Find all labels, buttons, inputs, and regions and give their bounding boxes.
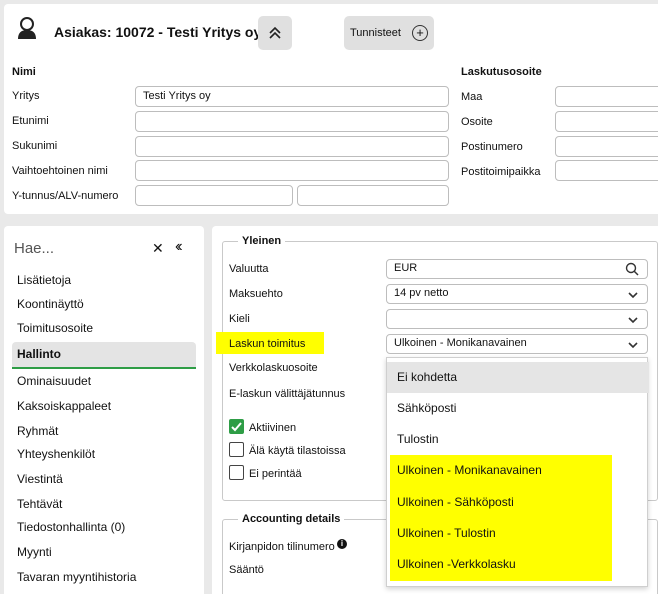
sidebar-item-koontinaytto[interactable]: Koontinäyttö [17,297,84,311]
altname-input[interactable] [135,160,449,181]
postal-input[interactable] [555,136,658,157]
double-chevron-left-icon[interactable]: ‹‹ [175,238,182,256]
account-number-label: Kirjanpidon tilinumero [229,541,335,553]
nostats-label: Älä käytä tilastoissa [249,445,346,457]
sidebar-item-lisatietoja[interactable]: Lisätietoja [17,273,71,287]
collapse-button[interactable] [258,16,292,50]
vat-input-2[interactable] [297,185,449,206]
payment-label: Maksuehto [229,288,283,300]
dropdown-option[interactable]: Sähköposti [387,393,649,424]
checkmark-icon [231,422,242,432]
tags-label: Tunnisteet [350,27,401,39]
nocollect-checkbox[interactable] [229,465,244,480]
city-input[interactable] [555,160,658,181]
dropdown-option[interactable]: Ulkoinen - Tulostin [387,518,649,549]
company-input[interactable]: Testi Yritys oy [135,86,449,107]
chevron-down-icon [628,292,638,299]
person-icon [18,17,36,39]
country-input[interactable] [555,86,658,107]
rule-label: Sääntö [229,564,264,576]
sidebar-item-ryhmat[interactable]: Ryhmät [17,424,58,438]
name-section-title: Nimi [12,66,36,78]
search-icon[interactable] [625,262,639,276]
einvoice-operator-label: E-laskun välittäjätunnus [229,388,346,400]
sidebar-item-yhteyshenkilot[interactable]: Yhteyshenkilöt [17,447,95,461]
sidebar-item-viestinta[interactable]: Viestintä [17,472,63,486]
country-label: Maa [461,91,483,103]
delivery-label: Laskun toimitus [229,338,306,350]
sidebar-search-input[interactable]: Hae... [14,240,54,257]
sidebar-item-toimitusosoite[interactable]: Toimitusosoite [17,321,93,335]
dropdown-option[interactable]: Ei kohdetta [387,362,649,393]
firstname-label: Etunimi [12,115,49,127]
add-circle-icon: + [412,25,428,41]
sidebar-item-tehtavat[interactable]: Tehtävät [17,497,62,511]
firstname-input[interactable] [135,111,449,132]
dropdown-option[interactable]: Ulkoinen - Monikanavainen [387,455,649,486]
customer-title: Asiakas: 10072 - Testi Yritys oy [54,24,262,40]
altname-label: Vaihtoehtoinen nimi [12,165,108,177]
sidebar-item-myynti[interactable]: Myynti [17,545,52,559]
dropdown-option[interactable]: Ulkoinen - Sähköposti [387,487,649,518]
double-chevron-up-icon [269,26,281,39]
payment-select[interactable]: 14 pv netto [386,284,648,304]
sidebar-item-ominaisuudet[interactable]: Ominaisuudet [17,374,91,388]
nocollect-label: Ei perintää [249,468,302,480]
active-label: Aktiivinen [249,422,297,434]
lastname-input[interactable] [135,136,449,157]
dropdown-option[interactable]: Ulkoinen -Verkkolasku [387,549,649,580]
nostats-checkbox[interactable] [229,442,244,457]
address-label: Osoite [461,116,493,128]
chevron-down-icon [628,342,638,349]
language-select[interactable] [386,309,648,329]
vat-label: Y-tunnus/ALV-numero [12,190,119,202]
close-icon[interactable]: ✕ [152,240,164,257]
language-label: Kieli [229,313,250,325]
currency-field[interactable]: EUR [386,259,648,279]
postal-label: Postinumero [461,141,523,153]
payment-value: 14 pv netto [394,287,449,299]
delivery-select[interactable]: Ulkoinen - Monikanavainen [386,334,648,354]
delivery-value: Ulkoinen - Monikanavainen [394,337,527,349]
company-label: Yritys [12,90,40,102]
delivery-dropdown-list: Ei kohdetta Sähköposti Tulostin Ulkoinen… [386,357,649,587]
einvoice-address-label: Verkkolaskuosoite [229,362,318,374]
billing-section-title: Laskutusosoite [461,66,542,78]
address-input[interactable] [555,111,658,132]
sidebar-item-tavaran-myyntihistoria[interactable]: Tavaran myyntihistoria [17,570,136,584]
sidebar-item-kaksoiskappaleet[interactable]: Kaksoiskappaleet [17,399,111,413]
accounting-legend: Accounting details [238,513,345,525]
currency-value: EUR [394,262,418,274]
lastname-label: Sukunimi [12,140,58,152]
city-label: Postitoimipaikka [461,166,541,178]
vat-input[interactable] [135,185,293,206]
tags-button[interactable]: Tunnisteet + [344,16,434,50]
chevron-down-icon [628,317,638,324]
sidebar-item-tiedostonhallinta[interactable]: Tiedostonhallinta (0) [17,520,125,534]
info-icon[interactable]: i [337,539,347,549]
currency-label: Valuutta [229,263,269,275]
active-checkbox[interactable] [229,419,244,434]
general-legend: Yleinen [238,235,286,247]
dropdown-option[interactable]: Tulostin [387,424,649,455]
sidebar-item-hallinto[interactable]: Hallinto [17,347,61,361]
